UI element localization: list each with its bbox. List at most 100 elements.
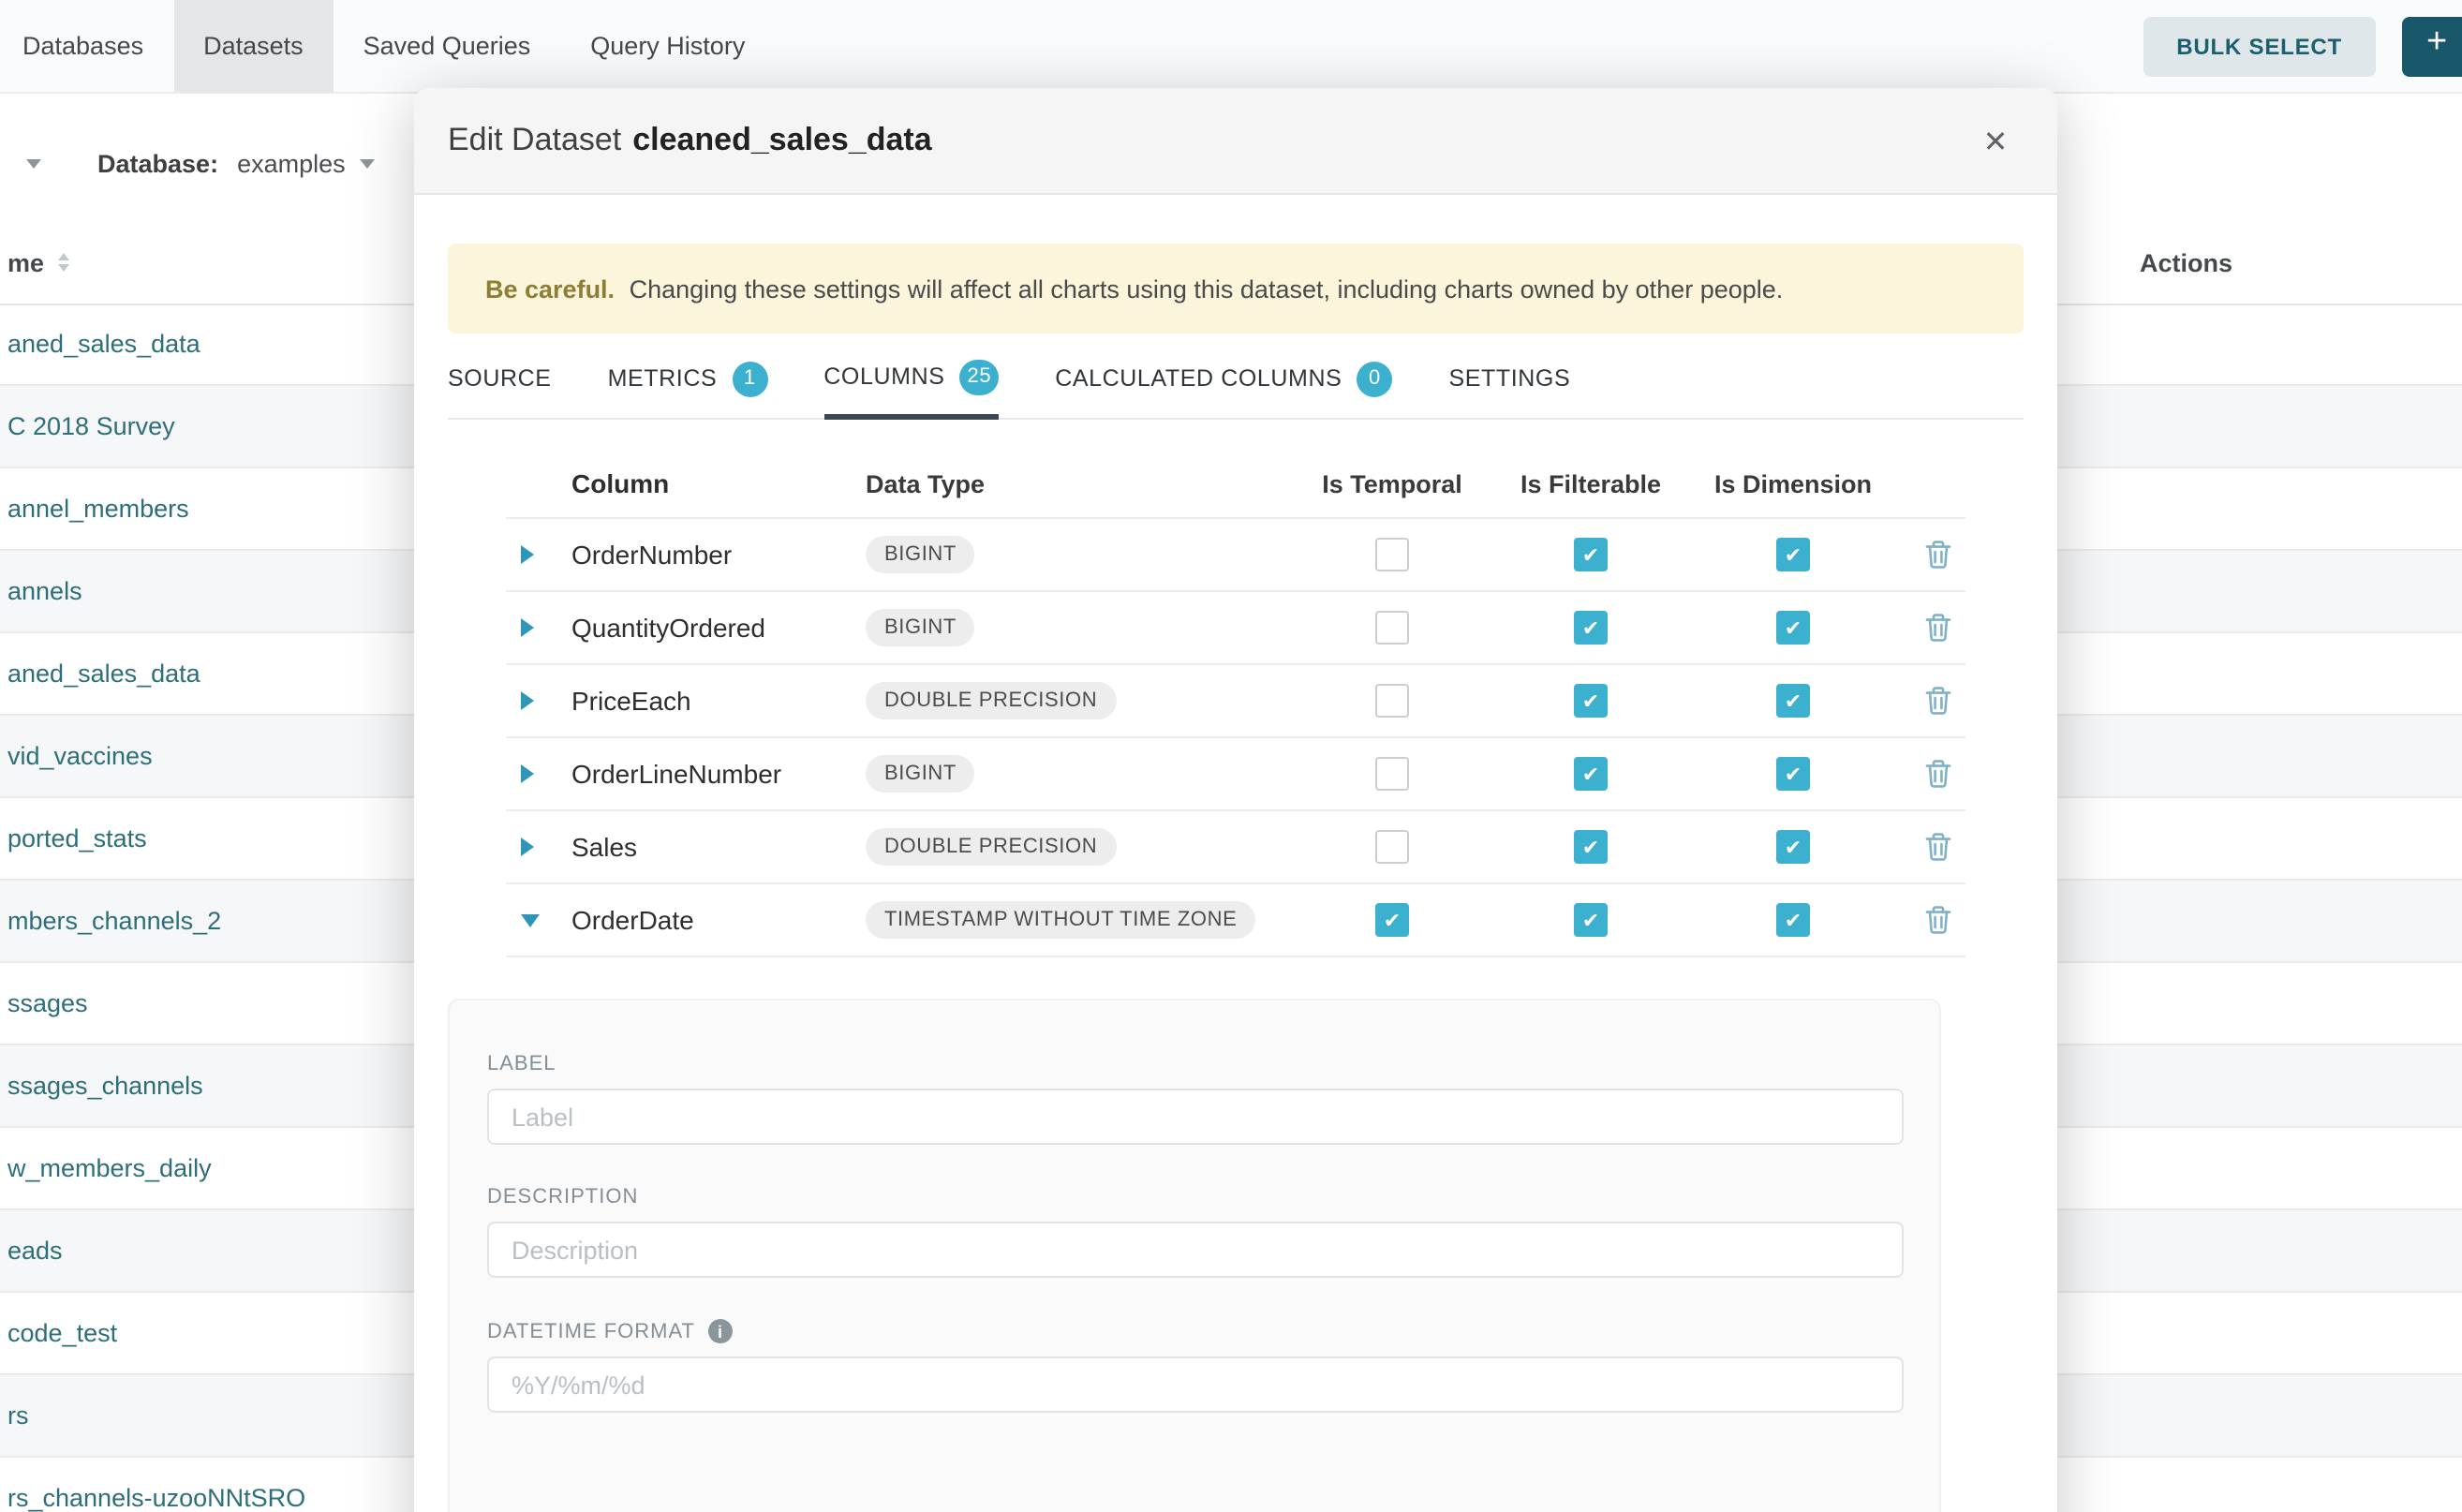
name-column-header[interactable]: me (7, 221, 68, 304)
tab-calculated-columns[interactable]: CALCULATED COLUMNS 0 (1055, 358, 1392, 418)
dataset-link[interactable]: aned_sales_data (7, 330, 200, 358)
bulk-select-button[interactable]: BULK SELECT (2143, 16, 2376, 76)
is-temporal-checkbox[interactable] (1375, 757, 1409, 791)
dataset-link[interactable]: aned_sales_data (7, 660, 200, 688)
header-is-dimension: Is Dimension (1690, 469, 1896, 497)
delete-column-icon[interactable] (1909, 540, 1965, 570)
dataset-link[interactable]: C 2018 Survey (7, 412, 175, 440)
column-name: OrderNumber (562, 540, 862, 570)
data-type-pill: DOUBLE PRECISION (866, 828, 1116, 866)
dataset-link[interactable]: ssages_channels (7, 1072, 203, 1100)
nav-item-databases[interactable]: Databases (0, 0, 173, 92)
is-dimension-checkbox[interactable] (1776, 684, 1810, 718)
dataset-link[interactable]: vid_vaccines (7, 742, 153, 770)
dataset-link[interactable]: ported_stats (7, 824, 147, 852)
delete-column-icon[interactable] (1909, 759, 1965, 789)
app-viewport: Databases Datasets Saved Queries Query H… (0, 0, 2462, 1512)
column-row: OrderLineNumberBIGINT (506, 738, 1965, 811)
is-filterable-checkbox[interactable] (1574, 830, 1608, 864)
description-field-label: DESCRIPTION (487, 1186, 1902, 1208)
modal-title: Edit Datasetcleaned_sales_data (448, 122, 932, 159)
label-field-label: LABEL (487, 1053, 1902, 1075)
chevron-down-icon[interactable] (26, 158, 41, 168)
is-filterable-checkbox[interactable] (1574, 903, 1608, 937)
is-temporal-checkbox[interactable] (1375, 538, 1409, 571)
nav-item-query-history[interactable]: Query History (560, 0, 775, 92)
is-dimension-checkbox[interactable] (1776, 757, 1810, 791)
top-navigation: Databases Datasets Saved Queries Query H… (0, 0, 2462, 94)
chevron-down-icon[interactable] (361, 158, 376, 168)
database-filter-label: Database: (97, 149, 218, 177)
dataset-link[interactable]: mbers_channels_2 (7, 907, 221, 935)
column-name: QuantityOrdered (562, 613, 862, 643)
name-header-label: me (7, 248, 44, 276)
delete-column-icon[interactable] (1909, 832, 1965, 862)
data-type-pill: BIGINT (866, 609, 975, 646)
delete-column-icon[interactable] (1909, 905, 1965, 935)
dataset-link[interactable]: eads (7, 1237, 63, 1265)
database-filter-value[interactable]: examples (237, 149, 346, 177)
is-temporal-checkbox[interactable] (1375, 684, 1409, 718)
delete-column-icon[interactable] (1909, 686, 1965, 716)
tab-source[interactable]: SOURCE (448, 358, 552, 418)
is-temporal-checkbox[interactable] (1375, 611, 1409, 645)
column-row: PriceEachDOUBLE PRECISION (506, 665, 1965, 738)
edit-dataset-modal: Edit Datasetcleaned_sales_data Be carefu… (414, 88, 2057, 1512)
nav-item-datasets[interactable]: Datasets (173, 0, 334, 92)
warning-bold-text: Be careful. (485, 274, 615, 303)
dataset-link[interactable]: ssages (7, 989, 88, 1017)
add-dataset-button[interactable] (2402, 16, 2462, 76)
header-is-filterable: Is Filterable (1491, 469, 1690, 497)
tab-count-badge: 0 (1357, 361, 1392, 396)
nav-item-saved-queries[interactable]: Saved Queries (334, 0, 561, 92)
column-row: SalesDOUBLE PRECISION (506, 811, 1965, 884)
delete-column-icon[interactable] (1909, 613, 1965, 643)
is-filterable-checkbox[interactable] (1574, 684, 1608, 718)
dataset-link[interactable]: rs (7, 1401, 29, 1430)
expand-caret-icon[interactable] (521, 764, 534, 783)
tab-label: CALCULATED COLUMNS (1055, 365, 1342, 392)
label-input[interactable] (487, 1089, 1904, 1145)
expand-caret-icon[interactable] (521, 545, 534, 564)
expand-caret-icon[interactable] (521, 838, 534, 856)
dataset-link[interactable]: w_members_daily (7, 1154, 212, 1182)
tab-metrics[interactable]: METRICS 1 (608, 358, 768, 418)
dataset-link[interactable]: rs_channels-uzooNNtSRO (7, 1484, 305, 1512)
tab-settings[interactable]: SETTINGS (1448, 358, 1570, 418)
tab-label: COLUMNS (823, 363, 944, 390)
modal-title-prefix: Edit Dataset (448, 122, 621, 157)
is-temporal-checkbox[interactable] (1375, 830, 1409, 864)
is-dimension-checkbox[interactable] (1776, 903, 1810, 937)
filter-bar: Database: examples (0, 137, 376, 189)
column-detail-panel: LABEL DESCRIPTION DATETIME FORMAT (448, 999, 1941, 1512)
header-data-type: Data Type (862, 469, 1293, 497)
columns-table-header: Column Data Type Is Temporal Is Filterab… (506, 450, 1965, 519)
sort-icon[interactable] (57, 253, 68, 272)
is-temporal-checkbox[interactable] (1375, 903, 1409, 937)
tab-columns[interactable]: COLUMNS 25 (823, 358, 999, 420)
expand-caret-icon[interactable] (521, 618, 534, 637)
is-filterable-checkbox[interactable] (1574, 611, 1608, 645)
dataset-link[interactable]: annel_members (7, 495, 189, 523)
tab-label: SOURCE (448, 365, 552, 392)
is-dimension-checkbox[interactable] (1776, 538, 1810, 571)
is-dimension-checkbox[interactable] (1776, 830, 1810, 864)
actions-column-header: Actions (2140, 221, 2232, 304)
close-icon[interactable] (1964, 88, 2027, 195)
modal-tabs: SOURCE METRICS 1 COLUMNS 25 CALCULATED C… (448, 358, 2024, 420)
info-icon[interactable] (708, 1319, 733, 1343)
is-filterable-checkbox[interactable] (1574, 538, 1608, 571)
data-type-pill: TIMESTAMP WITHOUT TIME ZONE (866, 901, 1255, 939)
description-input[interactable] (487, 1222, 1904, 1278)
column-row: QuantityOrderedBIGINT (506, 592, 1965, 665)
tab-count-badge: 1 (732, 361, 767, 396)
is-dimension-checkbox[interactable] (1776, 611, 1810, 645)
expand-caret-icon[interactable] (521, 691, 534, 710)
datetime-format-input[interactable] (487, 1356, 1904, 1413)
collapse-caret-icon[interactable] (521, 913, 540, 926)
column-name: PriceEach (562, 686, 862, 716)
dataset-link[interactable]: code_test (7, 1319, 117, 1347)
dataset-link[interactable]: annels (7, 577, 82, 605)
tab-count-badge: 25 (960, 359, 1000, 394)
is-filterable-checkbox[interactable] (1574, 757, 1608, 791)
